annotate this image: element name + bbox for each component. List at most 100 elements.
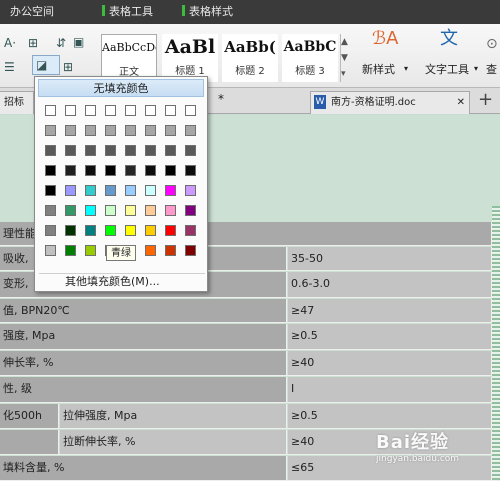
- color-swatch[interactable]: [145, 105, 156, 116]
- color-swatch[interactable]: [165, 205, 176, 216]
- color-swatch[interactable]: [165, 165, 176, 176]
- color-swatch[interactable]: [185, 165, 196, 176]
- table-cell[interactable]: 化500h: [0, 404, 59, 428]
- table-grid-icon[interactable]: ⊞: [28, 36, 38, 50]
- color-swatch[interactable]: [45, 185, 56, 196]
- table-cell[interactable]: 强度, Mpa: [0, 324, 287, 349]
- style-scroll-icon[interactable]: ▲ ▼ ▾: [340, 34, 350, 82]
- color-swatch[interactable]: [125, 225, 136, 236]
- style-heading-3[interactable]: AaBbC 标题 3: [282, 34, 338, 82]
- color-swatch[interactable]: [105, 105, 116, 116]
- color-swatch[interactable]: [145, 205, 156, 216]
- indent-icon[interactable]: ☰: [4, 60, 15, 74]
- tab-table-style[interactable]: 表格样式: [172, 0, 262, 24]
- color-swatch[interactable]: [65, 225, 76, 236]
- color-swatch[interactable]: [45, 165, 56, 176]
- color-swatch[interactable]: [125, 185, 136, 196]
- color-swatch[interactable]: [125, 105, 136, 116]
- color-swatch[interactable]: [145, 185, 156, 196]
- color-swatch[interactable]: [105, 125, 116, 136]
- style-heading-2[interactable]: AaBb( 标题 2: [222, 34, 278, 82]
- more-colors-option[interactable]: 其他填充颜色(M)...: [39, 273, 205, 289]
- color-swatch[interactable]: [145, 145, 156, 156]
- color-swatch[interactable]: [125, 165, 136, 176]
- tab-table-tools[interactable]: 表格工具: [92, 0, 182, 24]
- color-swatch[interactable]: [185, 145, 196, 156]
- no-fill-option[interactable]: 无填充颜色: [38, 79, 204, 97]
- color-swatch[interactable]: [45, 145, 56, 156]
- color-swatch[interactable]: [185, 245, 196, 256]
- color-swatch[interactable]: [65, 205, 76, 216]
- table-cell[interactable]: 拉伸强度, Mpa: [60, 404, 287, 428]
- color-swatch[interactable]: [165, 245, 176, 256]
- find-icon[interactable]: ⊙: [486, 36, 498, 52]
- color-swatch[interactable]: [65, 145, 76, 156]
- color-swatch[interactable]: [165, 125, 176, 136]
- font-style-icon[interactable]: A·: [4, 36, 16, 50]
- table-cell[interactable]: 伸长率, %: [0, 351, 287, 375]
- table-cell[interactable]: [0, 430, 59, 454]
- close-icon[interactable]: ✕: [457, 92, 465, 113]
- color-swatch[interactable]: [185, 125, 196, 136]
- color-swatch[interactable]: [185, 185, 196, 196]
- color-swatch[interactable]: [85, 225, 96, 236]
- color-swatch[interactable]: [125, 145, 136, 156]
- color-swatch[interactable]: [85, 185, 96, 196]
- color-swatch[interactable]: [45, 125, 56, 136]
- table-cell[interactable]: ≥0.5: [288, 324, 492, 349]
- color-swatch[interactable]: [145, 225, 156, 236]
- color-swatch[interactable]: [65, 185, 76, 196]
- table-cell[interactable]: ≥47: [288, 299, 492, 322]
- color-swatch[interactable]: [185, 105, 196, 116]
- color-swatch[interactable]: [105, 185, 116, 196]
- color-swatch[interactable]: [65, 245, 76, 256]
- style-normal[interactable]: AaBbCcDd 正文: [101, 34, 157, 82]
- table-cell[interactable]: 值, BPN20℃: [0, 299, 287, 322]
- color-swatch[interactable]: [105, 145, 116, 156]
- color-swatch[interactable]: [145, 245, 156, 256]
- color-swatch[interactable]: [85, 165, 96, 176]
- color-swatch[interactable]: [45, 245, 56, 256]
- table-cell[interactable]: 性, 级: [0, 377, 287, 402]
- color-swatch[interactable]: [85, 125, 96, 136]
- color-swatch[interactable]: [165, 145, 176, 156]
- color-swatch[interactable]: [85, 245, 96, 256]
- color-swatch[interactable]: [145, 165, 156, 176]
- color-swatch[interactable]: [165, 185, 176, 196]
- style-heading-1[interactable]: AaBl 标题 1: [162, 34, 218, 82]
- sort-icon[interactable]: ⇵: [56, 36, 66, 50]
- find-button[interactable]: 查: [486, 61, 497, 77]
- color-swatch[interactable]: [125, 205, 136, 216]
- color-swatch[interactable]: [185, 225, 196, 236]
- table-cell[interactable]: 0.6-3.0: [288, 272, 492, 297]
- tab-office-space[interactable]: 办公空间: [0, 0, 80, 24]
- color-swatch[interactable]: [165, 105, 176, 116]
- new-style-button[interactable]: 新样式: [362, 61, 395, 77]
- table-cell[interactable]: I: [288, 377, 492, 402]
- doc-tab-current[interactable]: W 南方-资格证明.doc ✕: [310, 91, 470, 114]
- chevron-down-icon[interactable]: ▾: [404, 64, 408, 73]
- chevron-down-icon[interactable]: ▾: [474, 64, 478, 73]
- color-swatch[interactable]: [85, 205, 96, 216]
- color-swatch[interactable]: [105, 165, 116, 176]
- color-swatch[interactable]: [85, 105, 96, 116]
- color-swatch[interactable]: [185, 205, 196, 216]
- text-tool-button[interactable]: 文字工具: [425, 61, 469, 77]
- table-cell[interactable]: ≥40: [288, 351, 492, 375]
- table-cell[interactable]: 拉断伸长率, %: [60, 430, 287, 454]
- clipboard-icon[interactable]: ▣: [73, 35, 84, 49]
- add-tab-button[interactable]: +: [478, 88, 493, 112]
- color-swatch[interactable]: [105, 205, 116, 216]
- color-swatch[interactable]: [165, 225, 176, 236]
- table-cell[interactable]: 填料含量, %: [0, 456, 287, 480]
- color-swatch[interactable]: [125, 125, 136, 136]
- color-swatch[interactable]: [65, 125, 76, 136]
- color-swatch[interactable]: [145, 125, 156, 136]
- doc-tab-left[interactable]: 招标文: [0, 91, 34, 129]
- color-swatch[interactable]: [85, 145, 96, 156]
- border-icon[interactable]: ⊞: [63, 60, 73, 74]
- color-swatch[interactable]: [45, 105, 56, 116]
- color-swatch[interactable]: [65, 105, 76, 116]
- color-swatch[interactable]: [45, 225, 56, 236]
- color-swatch[interactable]: [65, 165, 76, 176]
